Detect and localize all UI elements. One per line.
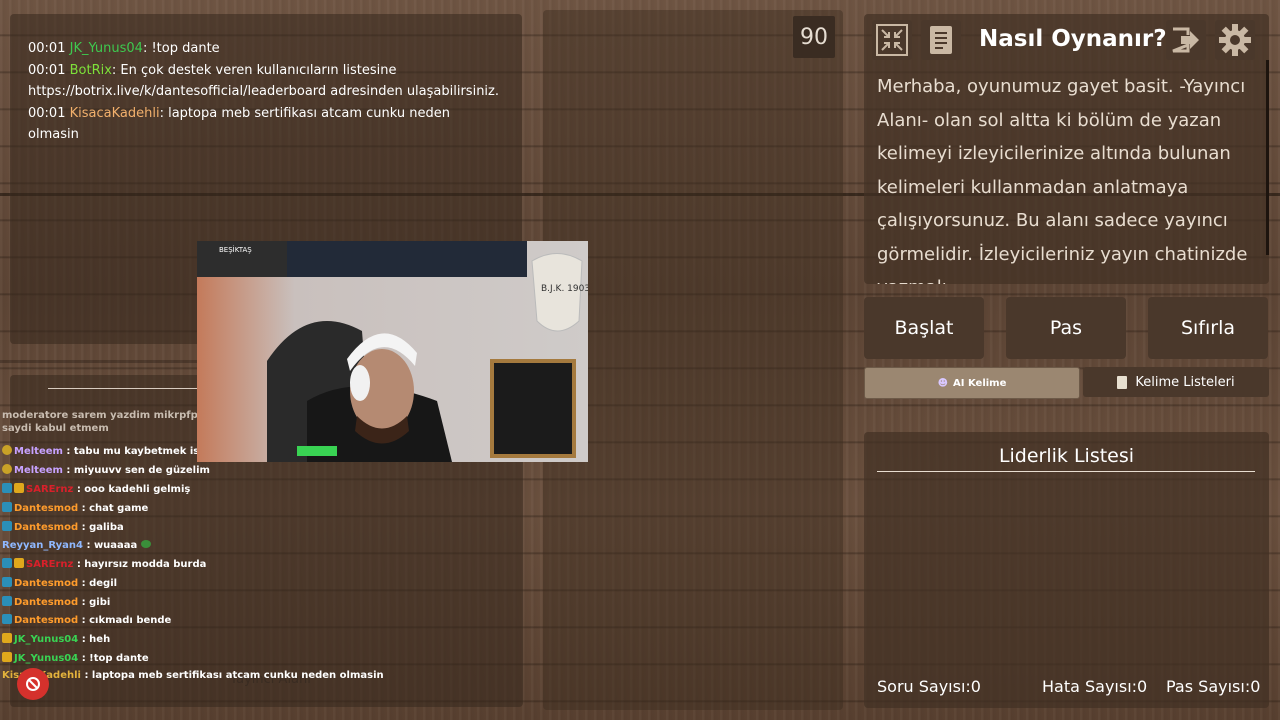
webcam-image: BEŞİKTAŞ B.J.K. 1903 (197, 241, 588, 462)
no-sign-icon (26, 677, 40, 691)
chat-message: Dantesmod : galiba (2, 521, 124, 533)
how-to-scrollbar[interactable] (1266, 60, 1269, 255)
sub-badge-icon (2, 445, 12, 455)
word-area (543, 10, 843, 710)
leaderboard-title: Liderlik Listesi (998, 445, 1135, 467)
sub-badge-icon (2, 464, 12, 474)
chat-line: 00:01 BotRix: En çok destek veren kullan… (28, 62, 397, 78)
chat-message: KisacaKadehli : laptopa meb sertifikası … (2, 670, 384, 681)
webcam-feed: BEŞİKTAŞ B.J.K. 1903 (197, 241, 588, 462)
notes-icon (930, 26, 952, 54)
mod-badge-icon (2, 483, 12, 493)
how-to-title: Nasıl Oynanır? (979, 26, 1167, 52)
vip-badge-icon (2, 633, 12, 643)
ai-word-button[interactable]: ☻ AI Kelime (864, 367, 1080, 399)
chat-message: JK_Yunus04 : heh (2, 633, 110, 645)
clipboard-icon (1117, 375, 1128, 389)
mod-badge-icon (2, 502, 12, 512)
chat-message: Dantesmod : cıkmadı bende (2, 614, 171, 626)
chat-message: Melteem : miyuuvv sen de güzelim (2, 464, 210, 476)
word-lists-button[interactable]: Kelime Listeleri (1083, 367, 1269, 397)
mod-badge-icon (2, 521, 12, 531)
chat-line: 00:01 KisacaKadehli: laptopa meb sertifi… (28, 105, 450, 143)
shrink-icon (876, 24, 908, 56)
chat-line: 00:01 JK_Yunus04: !top dante (28, 41, 220, 56)
pass-button[interactable]: Pas (1006, 297, 1126, 359)
robot-icon: ☻ (937, 377, 949, 389)
chat-message: JK_Yunus04 : !top dante (2, 652, 149, 664)
mod-badge-icon (2, 577, 12, 587)
exit-icon (1172, 27, 1199, 53)
chat-message: SARErnz : ooo kadehli gelmiş (2, 483, 190, 495)
chat-message: SARErnz : hayırsız modda burda (2, 558, 206, 570)
banner-text: BEŞİKTAŞ (219, 245, 252, 254)
crest-text: B.J.K. 1903 (541, 284, 588, 294)
gear-icon (1219, 24, 1251, 56)
chat-message: Reyyan_Ryan4 : wuaaaa (2, 540, 151, 551)
vip-badge-icon (2, 652, 12, 662)
leaderboard-panel (864, 432, 1269, 708)
word-lists-label: Kelime Listeleri (1135, 374, 1235, 390)
error-count: Hata Sayısı:0 (1042, 677, 1148, 696)
emote-button[interactable] (17, 668, 49, 700)
pass-count: Pas Sayısı:0 (1166, 677, 1261, 696)
ai-word-label: AI Kelime (953, 377, 1007, 389)
chat-message: Dantesmod : gibi (2, 596, 110, 608)
vip-badge-icon (14, 558, 24, 568)
mod-badge-icon (2, 558, 12, 568)
divider (48, 388, 198, 389)
settings-button[interactable] (1215, 20, 1255, 60)
mod-badge-icon (2, 596, 12, 606)
emote-icon (140, 540, 151, 548)
divider (877, 471, 1255, 472)
how-to-text: Merhaba, oyunumuz gayet basit. -Yayıncı … (877, 76, 1248, 284)
mod-badge-icon (2, 614, 12, 624)
start-button[interactable]: Başlat (864, 297, 984, 359)
reset-button[interactable]: Sıfırla (1148, 297, 1268, 359)
timer: 90 (793, 16, 835, 58)
exit-button[interactable] (1166, 20, 1206, 60)
question-count: Soru Sayısı:0 (877, 677, 981, 696)
chat-message: Dantesmod : degil (2, 577, 117, 589)
notes-button[interactable] (921, 20, 961, 60)
chat-line: https://botrix.live/k/dantesofficial/lea… (28, 84, 499, 99)
vip-badge-icon (14, 483, 24, 493)
chat-message: Dantesmod : chat game (2, 502, 148, 514)
shrink-button[interactable] (872, 20, 912, 60)
